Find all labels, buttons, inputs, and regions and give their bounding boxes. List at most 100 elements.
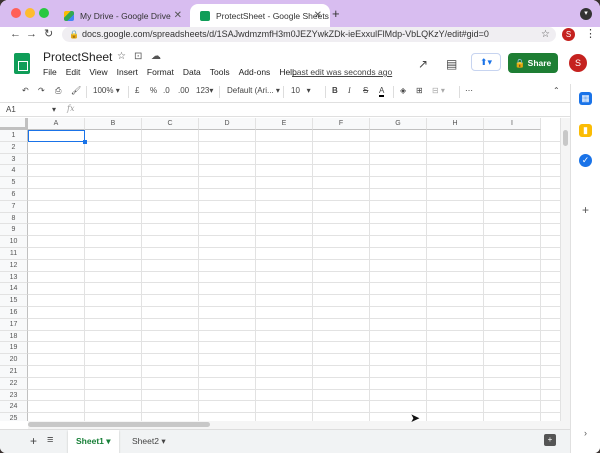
row-header-7[interactable]: 7 [0,200,28,213]
all-sheets-icon[interactable]: ≡ [47,434,53,446]
redo-icon[interactable]: ↷ [38,86,45,95]
row-header-17[interactable]: 17 [0,318,28,331]
menu-addons[interactable]: Add-ons [239,67,271,77]
row-header-18[interactable]: 18 [0,330,28,343]
column-header-i[interactable]: I [484,118,541,130]
add-sheet-button[interactable]: + [30,434,37,448]
close-tab-icon[interactable]: ✕ [174,10,182,21]
share-button[interactable]: 🔒 Share [508,53,558,73]
column-header-b[interactable]: B [85,118,142,130]
menu-view[interactable]: View [89,67,107,77]
undo-icon[interactable]: ↶ [22,86,29,95]
new-tab-button[interactable]: + [332,6,340,21]
more-options-icon[interactable]: ⋯ [465,86,473,95]
chevron-down-icon[interactable]: ▾ [161,436,165,446]
bookmark-star-icon[interactable]: ☆ [541,27,550,42]
font-select[interactable]: Default (Ari... ▾ [227,86,280,95]
column-header-e[interactable]: E [256,118,313,130]
account-avatar[interactable]: S [569,54,587,72]
name-box[interactable]: A1 ▾ [6,105,56,114]
back-arrow-icon[interactable]: ← [10,27,21,41]
document-title[interactable]: ProtectSheet [43,50,112,64]
row-header-16[interactable]: 16 [0,307,28,319]
menu-insert[interactable]: Insert [117,67,138,77]
browser-profile-avatar[interactable]: S [562,28,575,41]
print-icon[interactable]: ⎙ [55,86,61,96]
cloud-status-icon[interactable]: ☁ [151,51,161,62]
select-all-corner[interactable] [0,118,28,130]
row-header-11[interactable]: 11 [0,248,28,260]
row-header-9[interactable]: 9 [0,224,28,237]
row-header-3[interactable]: 3 [0,153,28,166]
comment-icon[interactable]: ▤ [446,57,457,71]
selected-cell-a1[interactable] [28,130,87,144]
tab-search-icon[interactable]: ▾ [580,8,592,20]
menu-data[interactable]: Data [183,67,201,77]
row-header-8[interactable]: 8 [0,212,28,225]
row-header-1[interactable]: 1 [0,130,28,142]
present-button[interactable]: ⬆▾ [471,53,501,71]
explore-icon[interactable]: + [544,434,556,446]
row-header-15[interactable]: 15 [0,295,28,307]
currency-format-button[interactable]: £ [135,86,139,95]
browser-tab-drive[interactable]: My Drive - Google Drive ✕ [54,4,190,27]
minimize-window-button[interactable] [25,8,35,18]
row-header-24[interactable]: 24 [0,401,28,414]
menu-tools[interactable]: Tools [210,67,230,77]
row-header-25[interactable]: 25 [0,413,28,421]
tasks-icon[interactable]: ✓ [579,154,592,167]
close-window-button[interactable] [11,8,21,18]
text-color-button[interactable]: A [379,86,385,97]
merge-cells-icon[interactable]: ⊟ ▾ [432,86,445,95]
horizontal-scroll-thumb[interactable] [28,422,210,427]
spreadsheet-grid[interactable]: A B C D E F G H I 1 2 3 4 5 6 7 8 9 10 11 12 13 14 15 16 17 18 19 20… [0,118,560,421]
column-header-d[interactable]: D [199,118,256,130]
add-addon-icon[interactable]: + [579,204,592,217]
more-formats-select[interactable]: 123▾ [196,86,213,95]
bold-button[interactable]: B [332,86,338,95]
increase-decimal-button[interactable]: .00 [178,86,189,95]
fill-color-icon[interactable]: ◈ [400,86,406,95]
column-header-a[interactable]: A [28,118,85,130]
browser-menu-icon[interactable]: ⋮ [585,27,596,40]
sheet-tab-sheet1[interactable]: Sheet1 ▾ [68,430,119,453]
keep-icon[interactable]: ▮ [579,124,592,137]
last-edit-link[interactable]: Last edit was seconds ago [292,67,392,77]
row-header-20[interactable]: 20 [0,354,28,366]
forward-arrow-icon[interactable]: → [26,27,37,41]
column-header-h[interactable]: H [427,118,484,130]
font-size-select[interactable]: 10 ▾ [291,86,311,95]
browser-tab-sheets[interactable]: ProtectSheet - Google Sheets ✕ [190,4,330,27]
row-header-5[interactable]: 5 [0,177,28,189]
expand-panel-icon[interactable]: › [579,427,592,440]
column-header-g[interactable]: G [370,118,427,130]
row-header-2[interactable]: 2 [0,141,28,154]
calendar-icon[interactable]: ▦ [579,92,592,105]
percent-format-button[interactable]: % [150,86,157,95]
menu-format[interactable]: Format [147,67,174,77]
horizontal-scrollbar[interactable] [28,421,570,429]
row-header-21[interactable]: 21 [0,366,28,378]
row-header-19[interactable]: 19 [0,342,28,355]
reload-icon[interactable]: ↻ [44,27,53,41]
row-header-10[interactable]: 10 [0,236,28,248]
row-header-22[interactable]: 22 [0,377,28,390]
strikethrough-button[interactable]: S [363,86,368,95]
move-folder-icon[interactable]: ⊡ [134,51,142,62]
chevron-down-icon[interactable]: ▾ [106,436,110,446]
vertical-scrollbar[interactable] [560,118,570,421]
row-header-12[interactable]: 12 [0,259,28,272]
sheet-tab-sheet2[interactable]: Sheet2 ▾ [124,430,174,453]
zoom-select[interactable]: 100% ▾ [93,86,120,95]
row-header-23[interactable]: 23 [0,389,28,402]
menu-file[interactable]: File [43,67,57,77]
collapse-toolbar-icon[interactable]: ⌃ [553,86,560,95]
column-header-f[interactable]: F [313,118,370,130]
vertical-scroll-thumb[interactable] [563,130,568,146]
formula-input[interactable] [82,103,562,116]
row-header-4[interactable]: 4 [0,165,28,178]
column-header-c[interactable]: C [142,118,199,130]
row-header-14[interactable]: 14 [0,283,28,296]
zoom-window-button[interactable] [39,8,49,18]
menu-edit[interactable]: Edit [66,67,81,77]
